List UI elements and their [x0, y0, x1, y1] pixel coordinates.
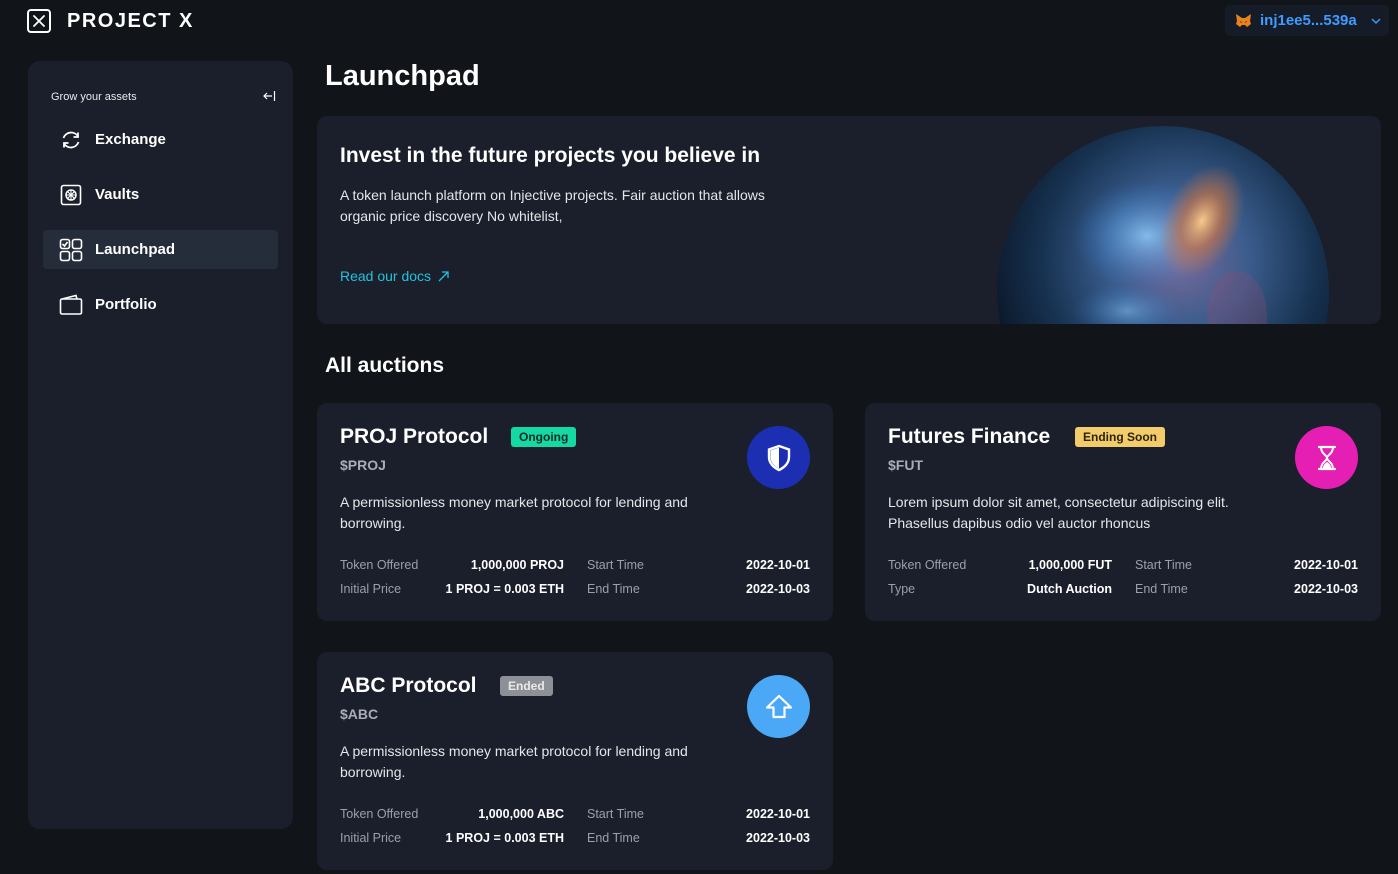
meta-value: Dutch Auction — [1027, 582, 1112, 596]
meta-label: End Time — [1135, 582, 1188, 596]
meta-label: Start Time — [587, 807, 644, 821]
wallet-button[interactable]: inj1ee5...539a — [1225, 5, 1389, 36]
meta-value: 1,000,000 FUT — [1028, 558, 1112, 572]
meta-value: 2022-10-01 — [1294, 558, 1358, 572]
hero-description: A token launch platform on Injective pro… — [340, 187, 765, 224]
sidebar-item-label: Vaults — [95, 186, 140, 203]
wallet-address: inj1ee5...539a — [1260, 12, 1357, 29]
auction-card-proj[interactable]: PROJ Protocol Ongoing $PROJ A permission… — [317, 403, 833, 621]
auction-description: A permissionless money market protocol f… — [340, 494, 688, 531]
sidebar-item-portfolio[interactable]: Portfolio — [43, 285, 278, 324]
top-bar: PROJECT X inj1ee5...539a — [0, 0, 1398, 44]
hero-banner: Invest in the future projects you believ… — [317, 116, 1381, 324]
sidebar-item-label: Launchpad — [95, 241, 176, 258]
meta-label: Initial Price — [340, 582, 402, 596]
sidebar: Grow your assets Exchange Vaults Launchp… — [28, 61, 293, 829]
project-logo — [1295, 426, 1358, 489]
meta-value: 1,000,000 ABC — [478, 807, 564, 821]
brand-name: PROJECT X — [67, 10, 194, 32]
auction-description: Lorem ipsum dolor sit amet, consectetur … — [888, 494, 1229, 531]
arrow-up-icon — [765, 694, 792, 718]
sidebar-item-label: Portfolio — [95, 296, 157, 313]
external-arrow-icon — [438, 270, 449, 281]
meta-label: End Time — [587, 582, 640, 596]
meta-label: Token Offered — [888, 558, 967, 572]
launchpad-icon — [59, 238, 83, 261]
hourglass-icon — [1317, 445, 1336, 470]
sidebar-heading: Grow your assets — [51, 91, 137, 103]
meta-label: Token Offered — [340, 807, 419, 821]
exchange-icon — [62, 131, 80, 148]
auction-ticker: $ABC — [340, 706, 379, 722]
wallet-icon — [59, 294, 83, 315]
metamask-fox-icon — [1236, 14, 1251, 27]
collapse-sidebar-icon[interactable] — [262, 89, 276, 103]
meta-label: Type — [888, 582, 916, 596]
meta-value: 2022-10-01 — [746, 807, 810, 821]
status-badge: Ongoing — [511, 427, 577, 447]
section-title-all-auctions: All auctions — [325, 354, 445, 377]
sidebar-item-launchpad[interactable]: Launchpad — [43, 230, 278, 269]
meta-value: 1,000,000 PROJ — [470, 558, 564, 572]
vault-icon — [60, 184, 82, 205]
meta-value: 2022-10-03 — [746, 831, 810, 845]
auction-description: A permissionless money market protocol f… — [340, 743, 688, 780]
hero-title: Invest in the future projects you believ… — [340, 144, 761, 167]
sidebar-item-label: Exchange — [95, 131, 166, 148]
meta-label: Token Offered — [340, 558, 419, 572]
meta-value: 2022-10-01 — [746, 558, 810, 572]
auction-name: ABC Protocol — [340, 674, 477, 697]
auction-name: Futures Finance — [888, 425, 1051, 448]
sidebar-item-exchange[interactable]: Exchange — [43, 120, 278, 159]
page-title: Launchpad — [325, 60, 480, 92]
shield-icon — [767, 444, 790, 471]
auction-card-fut[interactable]: Futures Finance Ending Soon $FUT Lorem i… — [865, 403, 1381, 621]
meta-value: 1 PROJ = 0.003 ETH — [445, 582, 564, 596]
meta-label: Start Time — [587, 558, 644, 572]
status-badge: Ending Soon — [1075, 427, 1165, 447]
auction-ticker: $PROJ — [340, 457, 386, 473]
planet-illustration — [997, 126, 1329, 324]
meta-value: 2022-10-03 — [746, 582, 810, 596]
project-logo — [747, 675, 810, 738]
logo-x-icon[interactable] — [27, 9, 51, 33]
meta-value: 2022-10-03 — [1294, 582, 1358, 596]
meta-label: Start Time — [1135, 558, 1192, 572]
read-docs-label: Read our docs — [340, 268, 432, 284]
auction-name: PROJ Protocol — [340, 425, 489, 448]
auction-card-abc[interactable]: ABC Protocol Ended $ABC A permissionless… — [317, 652, 833, 870]
status-badge: Ended — [500, 676, 553, 696]
meta-value: 1 PROJ = 0.003 ETH — [445, 831, 564, 845]
meta-label: End Time — [587, 831, 640, 845]
read-docs-link[interactable]: Read our docs — [340, 268, 450, 284]
auction-ticker: $FUT — [888, 457, 923, 473]
project-logo — [747, 426, 810, 489]
meta-label: Initial Price — [340, 831, 402, 845]
chevron-down-icon — [1371, 18, 1381, 24]
sidebar-item-vaults[interactable]: Vaults — [43, 175, 278, 214]
